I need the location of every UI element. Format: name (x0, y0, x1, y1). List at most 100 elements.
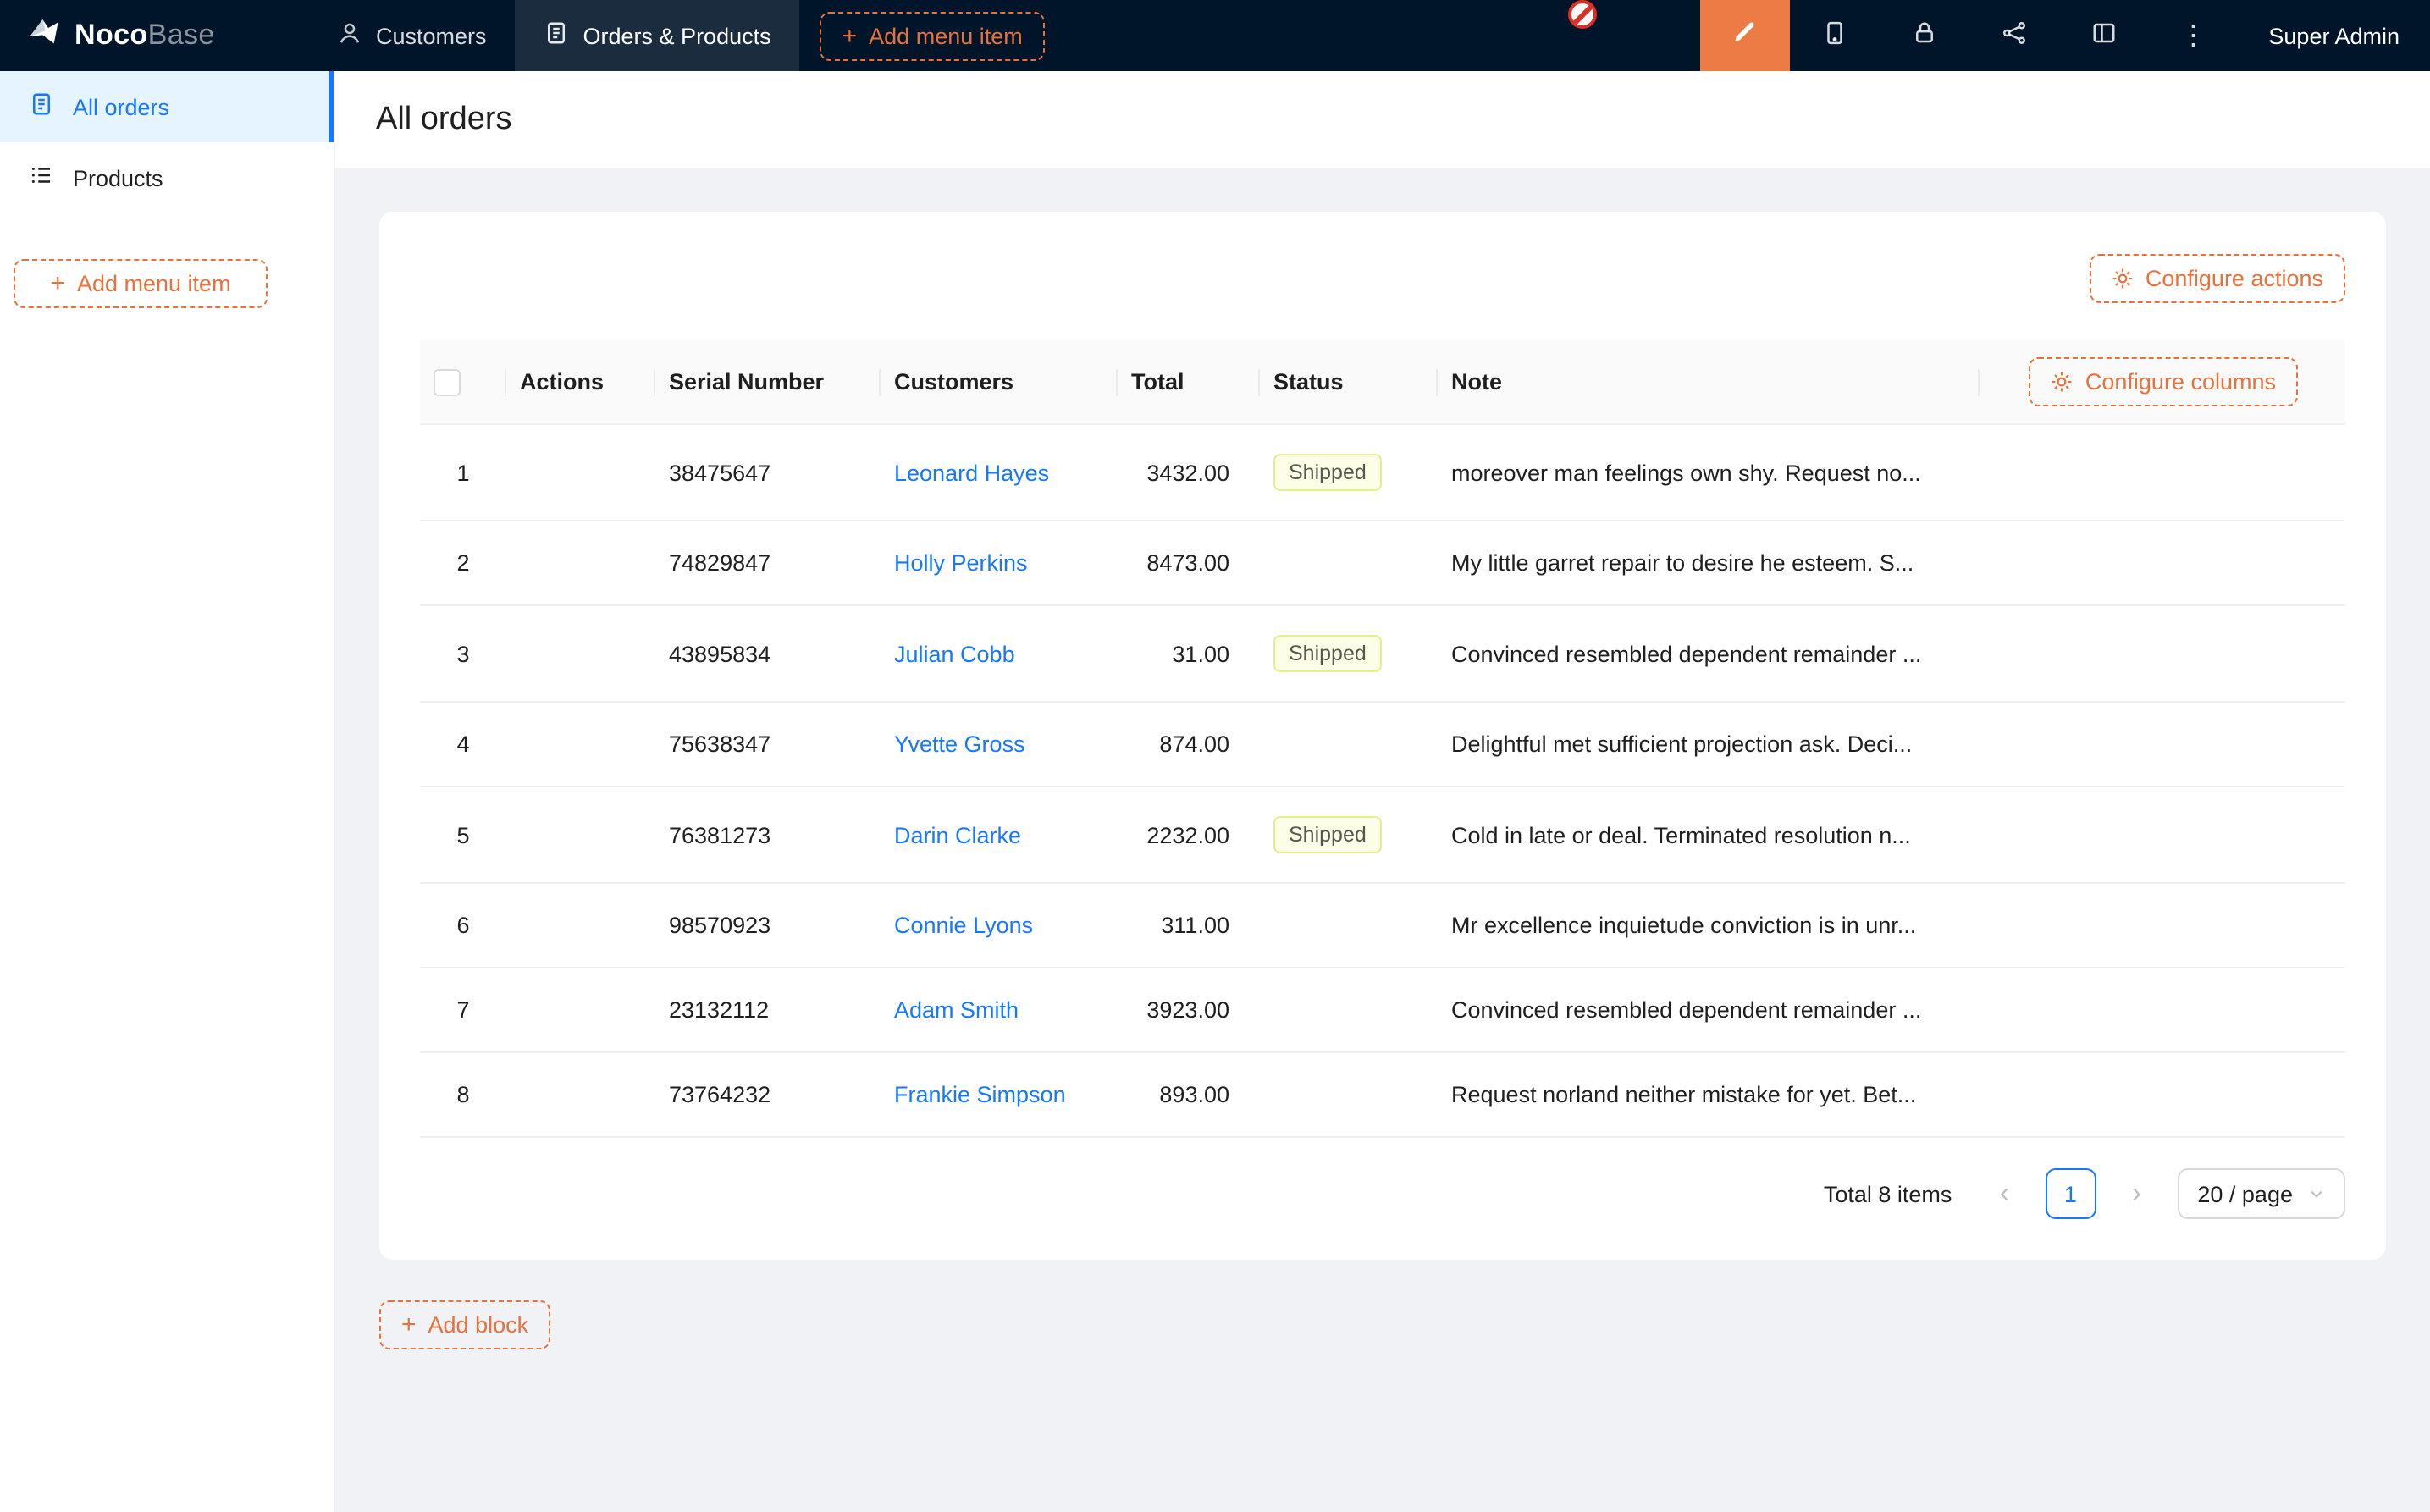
customer-cell: Darin Clarke (881, 786, 1118, 883)
gear-icon (2052, 371, 2074, 393)
header-actions: Actions (506, 340, 655, 424)
sidebar-item-all-orders[interactable]: All orders (0, 71, 334, 142)
configure-columns-button[interactable]: Configure columns (2030, 357, 2298, 406)
actions-cell (506, 605, 655, 702)
note-cell: Cold in late or deal. Terminated resolut… (1438, 786, 1980, 883)
navbar-right-group: ⋮ Super Admin (1699, 0, 2430, 71)
user-menu[interactable]: Super Admin (2238, 0, 2430, 71)
orders-table-card: Configure actions Actions Serial Number … (379, 212, 2386, 1260)
top-menu: Customers Orders & Products (308, 0, 800, 71)
customer-cell: Yvette Gross (881, 702, 1118, 786)
configure-actions-button[interactable]: Configure actions (2090, 254, 2345, 303)
select-all-header (420, 340, 506, 424)
app-root: NocoBase Customers Orders & Products + A… (0, 0, 2430, 1512)
pagination: Total 8 items ‹ 1 › 20 / page (420, 1168, 2345, 1219)
tab-customers[interactable]: Customers (308, 0, 516, 71)
table-row: 5 76381273 Darin Clarke 2232.00 Shipped … (420, 786, 2345, 883)
table-row: 6 98570923 Connie Lyons 311.00 Mr excell… (420, 883, 2345, 968)
serial-cell: 43895834 (655, 605, 881, 702)
add-menu-item-button-sidebar[interactable]: + Add menu item (14, 259, 268, 308)
tab-orders-products[interactable]: Orders & Products (516, 0, 800, 71)
status-cell (1260, 968, 1438, 1052)
status-cell: Shipped (1260, 605, 1438, 702)
customer-link[interactable]: Julian Cobb (894, 641, 1015, 666)
customer-link[interactable]: Adam Smith (894, 997, 1019, 1023)
row-index: 4 (420, 702, 506, 786)
row-index: 5 (420, 786, 506, 883)
sidebar-item-label: Products (73, 165, 163, 190)
serial-cell: 74829847 (655, 521, 881, 605)
tablet-icon (1821, 19, 1847, 52)
plus-icon: + (401, 1312, 417, 1338)
note-cell: Mr excellence inquietude conviction is i… (1438, 883, 1980, 968)
row-index: 3 (420, 605, 506, 702)
chevron-left-icon: ‹ (2000, 1177, 2009, 1211)
pen-icon (1731, 19, 1758, 52)
page-title: All orders (376, 102, 2389, 139)
status-cell: Shipped (1260, 786, 1438, 883)
serial-cell: 75638347 (655, 702, 881, 786)
chevron-right-icon: › (2132, 1177, 2141, 1211)
table-row: 8 73764232 Frankie Simpson 893.00 Reques… (420, 1052, 2345, 1137)
customer-link[interactable]: Yvette Gross (894, 731, 1025, 757)
total-cell: 874.00 (1118, 702, 1260, 786)
actions-cell (506, 702, 655, 786)
layout-button[interactable] (2058, 0, 2148, 71)
status-cell (1260, 883, 1438, 968)
select-all-checkbox[interactable] (434, 368, 461, 395)
header-status: Status (1260, 340, 1438, 424)
top-navbar: NocoBase Customers Orders & Products + A… (0, 0, 2430, 71)
total-cell: 3432.00 (1118, 424, 1260, 521)
header-note: Note (1438, 340, 1980, 424)
pagination-next-button[interactable]: › (2111, 1168, 2162, 1219)
actions-cell (506, 424, 655, 521)
add-menu-item-button-top[interactable]: + Add menu item (820, 11, 1045, 60)
customer-link[interactable]: Darin Clarke (894, 822, 1021, 847)
total-cell: 311.00 (1118, 883, 1260, 968)
left-sidebar: All orders Products + Add menu item (0, 71, 335, 1512)
pagination-page-1[interactable]: 1 (2045, 1168, 2096, 1219)
lock-button[interactable] (1879, 0, 1969, 71)
brand-logo[interactable]: NocoBase (0, 0, 308, 71)
brand-name: NocoBase (75, 19, 215, 52)
api-button[interactable] (1969, 0, 2058, 71)
note-cell: Convinced resembled dependent remainder … (1438, 968, 1980, 1052)
ui-editor-button[interactable] (1699, 0, 1789, 71)
row-index: 6 (420, 883, 506, 968)
share-nodes-icon (2001, 19, 2026, 52)
customer-cell: Adam Smith (881, 968, 1118, 1052)
table-row: 1 38475647 Leonard Hayes 3432.00 Shipped… (420, 424, 2345, 521)
note-cell: Delightful met sufficient projection ask… (1438, 702, 1980, 786)
table-row: 4 75638347 Yvette Gross 874.00 Delightfu… (420, 702, 2345, 786)
pagination-prev-button[interactable]: ‹ (1979, 1168, 2030, 1219)
customer-link[interactable]: Holly Perkins (894, 550, 1028, 576)
order-document-icon (29, 91, 54, 122)
actions-cell (506, 968, 655, 1052)
more-vertical-icon: ⋮ (2179, 19, 2206, 52)
row-index: 7 (420, 968, 506, 1052)
chevron-down-icon (2308, 1181, 2325, 1206)
customer-link[interactable]: Frankie Simpson (894, 1082, 1066, 1107)
page-size-select[interactable]: 20 / page (2177, 1168, 2345, 1219)
customer-link[interactable]: Leonard Hayes (894, 460, 1049, 485)
customer-link[interactable]: Connie Lyons (894, 913, 1033, 938)
document-icon (544, 20, 570, 51)
customer-cell: Holly Perkins (881, 521, 1118, 605)
orders-table: Actions Serial Number Customers Total St… (420, 340, 2345, 1138)
status-tag: Shipped (1273, 816, 1382, 853)
plus-icon: + (842, 23, 858, 48)
customer-cell: Leonard Hayes (881, 424, 1118, 521)
lock-icon (1911, 19, 1936, 52)
note-cell: Convinced resembled dependent remainder … (1438, 605, 1980, 702)
serial-cell: 73764232 (655, 1052, 881, 1137)
sidebar-item-products[interactable]: Products (0, 142, 334, 213)
mobile-preview-button[interactable] (1789, 0, 1879, 71)
no-entry-icon (1568, 0, 1597, 29)
add-block-button[interactable]: + Add block (379, 1300, 550, 1349)
more-button[interactable]: ⋮ (2148, 0, 2238, 71)
status-tag: Shipped (1273, 635, 1382, 672)
total-cell: 31.00 (1118, 605, 1260, 702)
total-cell: 893.00 (1118, 1052, 1260, 1137)
header-configure-columns: Configure columns (1980, 340, 2345, 424)
card-actions-row: Configure actions (420, 254, 2345, 303)
